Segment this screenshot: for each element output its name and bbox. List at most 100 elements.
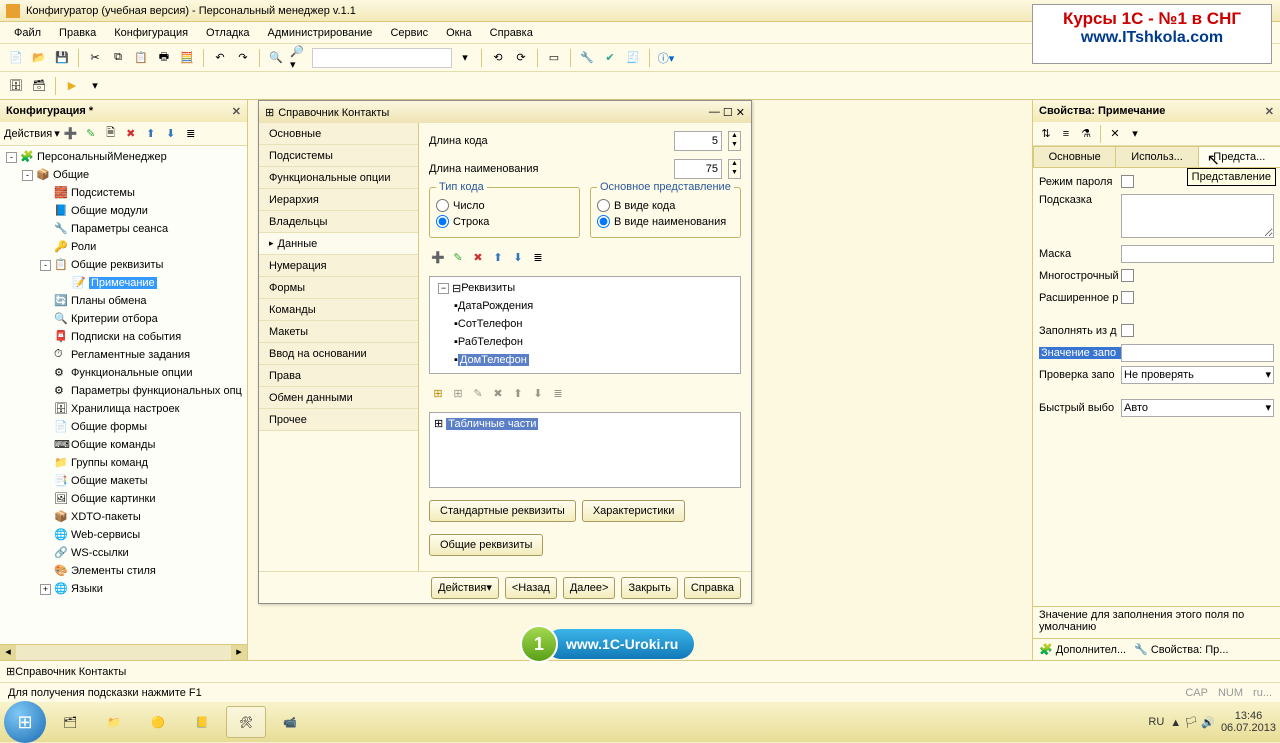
name-length-input[interactable] [674, 159, 722, 179]
code-type-string[interactable] [436, 215, 449, 228]
category-item[interactable]: Нумерация [259, 255, 418, 277]
tp-add2-icon[interactable]: ⊞ [449, 384, 467, 402]
tree-node[interactable]: 📝Примечание [0, 274, 247, 292]
system-tray[interactable]: RU ▲ 🏳 🔊 13:4606.07.2013 [1148, 710, 1276, 734]
maximize-icon[interactable]: ☐ [723, 106, 733, 119]
sort-icon[interactable]: ≣ [182, 125, 200, 143]
props-close-icon[interactable]: ✕ [1265, 105, 1274, 118]
tree-node[interactable]: ⏱Регламентные задания [0, 346, 247, 364]
view-as-name[interactable] [597, 215, 610, 228]
menu-admin[interactable]: Администрирование [260, 25, 381, 41]
menu-windows[interactable]: Окна [438, 25, 480, 41]
tp-sort-icon[interactable]: ≣ [549, 384, 567, 402]
close-button[interactable]: Закрыть [621, 577, 677, 599]
delete-icon[interactable]: ✖ [122, 125, 140, 143]
tp-add-icon[interactable]: ⊞ [429, 384, 447, 402]
tp-up-icon[interactable]: ⬆ [509, 384, 527, 402]
add-icon[interactable]: ➕ [62, 125, 80, 143]
attr-down-icon[interactable]: ⬇ [509, 248, 527, 266]
tp-down-icon[interactable]: ⬇ [529, 384, 547, 402]
redo-icon[interactable]: ↷ [233, 48, 253, 68]
find-icon[interactable]: 🔍 [266, 48, 286, 68]
tree-node[interactable]: 🖼Общие картинки [0, 490, 247, 508]
check-select[interactable]: Не проверять▾ [1121, 366, 1274, 384]
category-item[interactable]: Обмен данными [259, 387, 418, 409]
tree-node[interactable]: 🌐Web-сервисы [0, 526, 247, 544]
box-icon[interactable]: ▭ [544, 48, 564, 68]
category-item[interactable]: Макеты [259, 321, 418, 343]
tree-node[interactable]: 🔄Планы обмена [0, 292, 247, 310]
tree-node[interactable]: ⌨Общие команды [0, 436, 247, 454]
explorer-icon[interactable]: 🗂 [50, 706, 90, 738]
copy-icon[interactable]: ⧉ [108, 48, 128, 68]
folder-icon[interactable]: 📁 [94, 706, 134, 738]
search-combo[interactable] [312, 48, 452, 68]
tree-node[interactable]: +🌐Языки [0, 580, 247, 598]
copy2-icon[interactable]: 🗎 [102, 125, 120, 143]
tree-node[interactable]: -📋Общие реквизиты [0, 256, 247, 274]
compare-icon[interactable]: 🧮 [177, 48, 197, 68]
open-icon[interactable]: 📂 [29, 48, 49, 68]
std-attrs-button[interactable]: Стандартные реквизиты [429, 500, 576, 522]
menu-debug[interactable]: Отладка [198, 25, 257, 41]
start-button[interactable]: ⊞ [4, 701, 46, 743]
code-length-spinner[interactable]: ▲▼ [728, 131, 741, 151]
config-tree[interactable]: -🧩ПерсональныйМенеджер-📦Общие🧱Подсистемы… [0, 146, 247, 644]
tree-node[interactable]: 📮Подписки на события [0, 328, 247, 346]
binoculars-icon[interactable]: ⟲ [488, 48, 508, 68]
new-icon[interactable]: 📄 [6, 48, 26, 68]
run-menu-icon[interactable]: ▾ [85, 76, 105, 96]
palette-icon[interactable]: 🧾 [623, 48, 643, 68]
fill-from-check[interactable] [1121, 324, 1134, 337]
attr-add-icon[interactable]: ➕ [429, 248, 447, 266]
category-item[interactable]: Основные [259, 123, 418, 145]
zoom-icon[interactable]: 🔎▾ [289, 48, 309, 68]
undo-icon[interactable]: ↶ [210, 48, 230, 68]
camera-icon[interactable]: 📹 [270, 706, 310, 738]
tabular-parts-tree[interactable]: ⊞ Табличные части [429, 412, 741, 488]
close-icon[interactable]: ✕ [232, 105, 241, 118]
close-dialog-icon[interactable]: ✕ [736, 106, 745, 119]
menu-config[interactable]: Конфигурация [106, 25, 196, 41]
password-mode-check[interactable] [1121, 175, 1134, 188]
code-type-number[interactable] [436, 199, 449, 212]
mask-input[interactable] [1121, 245, 1274, 263]
down-icon[interactable]: ⬇ [162, 125, 180, 143]
syntax-icon[interactable]: 🔧 [577, 48, 597, 68]
check-icon[interactable]: ✔ [600, 48, 620, 68]
tree-node[interactable]: 🔧Параметры сеанса [0, 220, 247, 238]
chevron-down-icon[interactable]: ▾ [455, 48, 475, 68]
tree-node[interactable]: 📄Общие формы [0, 418, 247, 436]
extended-check[interactable] [1121, 291, 1134, 304]
properties-tab[interactable]: 🔧 Свойства: Пр... [1134, 643, 1228, 656]
category-item[interactable]: Данные [259, 233, 418, 255]
category-item[interactable]: Команды [259, 299, 418, 321]
run-icon[interactable]: ▶ [62, 76, 82, 96]
props-filter-icon[interactable]: ⚗ [1077, 125, 1095, 143]
tree-node[interactable]: 🎨Элементы стиля [0, 562, 247, 580]
tree-node[interactable]: 🔑Роли [0, 238, 247, 256]
tree-node[interactable]: 📁Группы команд [0, 454, 247, 472]
additional-tab[interactable]: 🧩 Дополнител... [1039, 643, 1126, 656]
db-icon[interactable]: 🗄 [6, 76, 26, 96]
dialog-titlebar[interactable]: ⊞Справочник Контакты — ☐ ✕ [259, 101, 751, 123]
category-item[interactable]: Прочее [259, 409, 418, 431]
tree-node[interactable]: 🗄Хранилища настроек [0, 400, 247, 418]
tab-presentation[interactable]: Предста... [1198, 146, 1280, 167]
menu-help[interactable]: Справка [482, 25, 541, 41]
attr-edit-icon[interactable]: ✎ [449, 248, 467, 266]
tree-node[interactable]: 🔍Критерии отбора [0, 310, 247, 328]
attr-del-icon[interactable]: ✖ [469, 248, 487, 266]
category-item[interactable]: Иерархия [259, 189, 418, 211]
configurator-task-icon[interactable]: 🛠 [226, 706, 266, 738]
fill-value-input[interactable] [1121, 344, 1274, 362]
characteristics-button[interactable]: Характеристики [582, 500, 686, 522]
name-length-spinner[interactable]: ▲▼ [728, 159, 741, 179]
category-item[interactable]: Владельцы [259, 211, 418, 233]
tray-lang[interactable]: RU [1148, 716, 1164, 728]
quick-select[interactable]: Авто▾ [1121, 399, 1274, 417]
multiline-check[interactable] [1121, 269, 1134, 282]
attr-up-icon[interactable]: ⬆ [489, 248, 507, 266]
minimize-icon[interactable]: — [709, 106, 720, 119]
tree-node[interactable]: 📦XDTO-пакеты [0, 508, 247, 526]
